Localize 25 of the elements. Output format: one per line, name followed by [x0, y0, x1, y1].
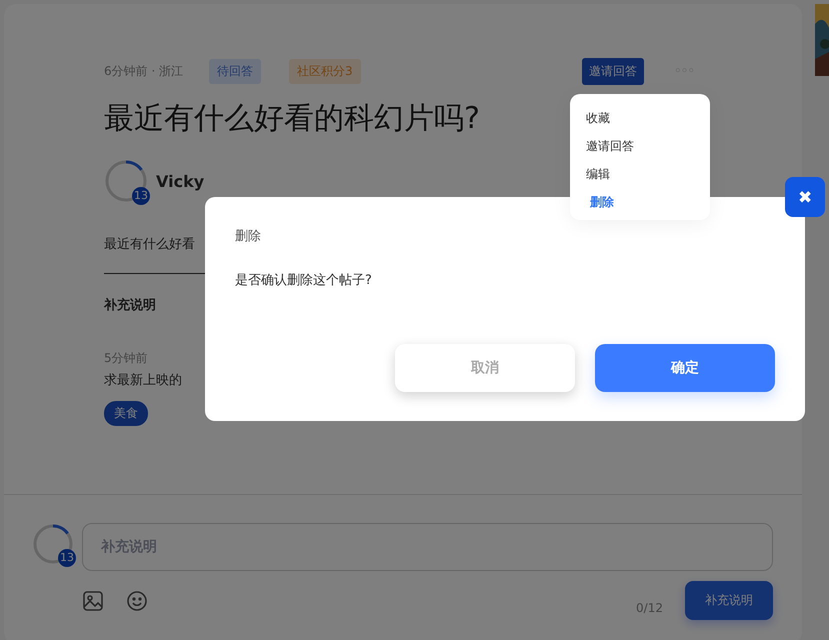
status-tag: 待回答 [209, 58, 261, 84]
post-body: 最近有什么好看 [104, 236, 195, 253]
menu-item[interactable]: 删除 [570, 188, 614, 216]
avatar-badge: 13 [132, 187, 150, 205]
invite-button[interactable]: 邀请回答 [582, 58, 644, 84]
close-button[interactable]: ✖ [785, 177, 825, 217]
status-tag: 社区积分3 [289, 58, 361, 84]
comment-text: 求最新上映的 [104, 372, 183, 389]
post-title: 最近有什么好看的科幻片吗? [104, 100, 480, 138]
menu-item[interactable]: 邀请回答 [570, 132, 634, 160]
cancel-button[interactable]: 取消 [395, 344, 575, 392]
confirm-button[interactable]: 确定 [595, 344, 775, 392]
menu-item[interactable]: 编辑 [570, 160, 610, 188]
avatar-badge: 13 [58, 549, 76, 567]
dialog-message: 是否确认删除这个帖子? [235, 272, 373, 289]
image-icon[interactable] [82, 590, 104, 612]
char-count: 0/12 [636, 600, 663, 614]
emoji-icon[interactable] [126, 590, 148, 612]
menu-item[interactable]: 收藏 [570, 104, 610, 132]
post-meta: 6分钟前 · 浙江 [104, 62, 184, 80]
author-name: Vicky [156, 172, 204, 190]
section-heading: 补充说明 [104, 296, 157, 314]
dialog-title: 删除 [235, 228, 262, 245]
topic-tag: 美食 [104, 401, 148, 426]
submit-button[interactable]: 补充说明 [685, 581, 773, 620]
